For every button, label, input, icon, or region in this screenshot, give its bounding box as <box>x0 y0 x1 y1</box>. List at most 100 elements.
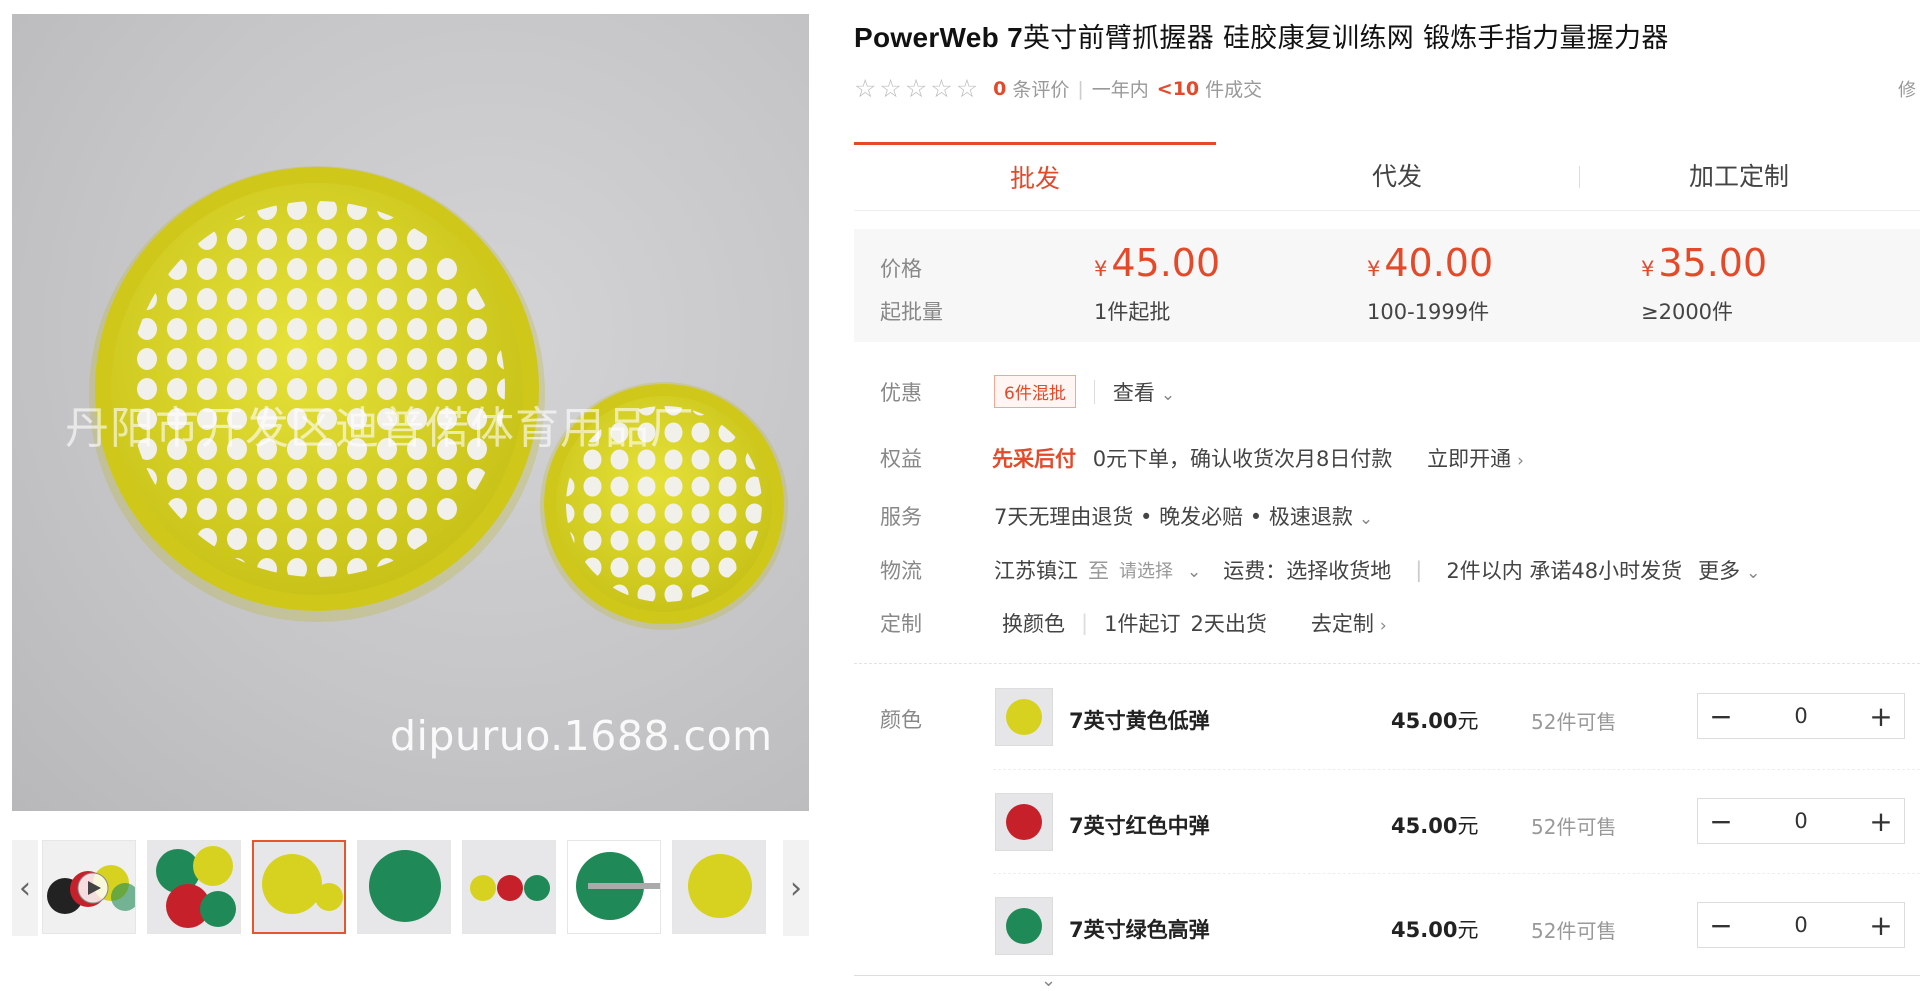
quantity-value[interactable]: 0 <box>1794 704 1807 728</box>
sku-image <box>1006 908 1042 944</box>
chevron-down-icon: ⌄ <box>1358 509 1374 529</box>
tab-wholesale[interactable]: 批发 <box>854 142 1216 208</box>
rights-highlight: 先采后付 <box>992 447 1076 471</box>
tier-qty-1: 1件起批 <box>1094 300 1171 324</box>
chevron-left-icon[interactable]: ‹ <box>12 840 38 936</box>
logistics-to: 至 <box>1088 559 1109 583</box>
tier-qty-3: ≥2000件 <box>1641 300 1734 324</box>
moq-label: 起批量 <box>880 300 943 324</box>
star-icon: ☆ <box>930 74 953 103</box>
chevron-right-icon[interactable]: › <box>783 840 809 936</box>
thumbnail-three[interactable] <box>462 840 556 934</box>
quantity-stepper: − 0 + <box>1697 902 1905 948</box>
star-icon: ☆ <box>854 74 877 103</box>
chevron-right-icon: › <box>1379 616 1387 636</box>
sku-image <box>1006 699 1042 735</box>
rating-row: ☆ ☆ ☆ ☆ ☆ 0 条评价 | 一年内 <10 件成交 <box>854 74 1263 103</box>
sku-thumbnail[interactable] <box>995 793 1053 851</box>
logistics-more-link[interactable]: 更多 ⌄ <box>1698 555 1760 585</box>
custom-moq: 1件起订 <box>1104 612 1181 636</box>
promo-view-link[interactable]: 查看 ⌄ <box>1113 377 1175 407</box>
service-label: 服务 <box>880 505 922 529</box>
logistics-from: 江苏镇江 <box>994 559 1078 583</box>
product-title: PowerWeb 7英寸前臂抓握器 硅胶康复训练网 锻炼手指力量握力器 <box>854 16 1669 55</box>
plus-button[interactable]: + <box>1858 799 1904 843</box>
minus-button[interactable]: − <box>1698 903 1744 947</box>
thumbnail-video[interactable] <box>42 840 136 934</box>
quantity-stepper: − 0 + <box>1697 798 1905 844</box>
chevron-down-icon: ⌄ <box>1746 563 1761 583</box>
custom-label: 定制 <box>880 612 922 636</box>
purchase-mode-tabs: 批发 代发 加工定制 <box>854 142 1920 211</box>
promo-row: 6件混批 查看 ⌄ <box>994 375 1175 408</box>
three-color-thumbnail-image <box>470 875 550 901</box>
reviews-label[interactable]: 条评价 <box>1012 75 1069 102</box>
chevron-right-icon: › <box>1517 451 1524 471</box>
thumbnail-green[interactable] <box>357 840 451 934</box>
deals-label: 件成交 <box>1205 79 1263 101</box>
sku-color-label: 颜色 <box>880 708 922 732</box>
reviews-count[interactable]: 0 <box>993 78 1006 100</box>
chevron-down-icon: ⌄ <box>1160 384 1176 405</box>
sku-thumbnail[interactable] <box>995 688 1053 746</box>
sku-thumbnail[interactable] <box>995 897 1053 955</box>
watermark-site: dipuruo.1688.com <box>390 712 773 760</box>
quantity-value[interactable]: 0 <box>1794 809 1807 833</box>
rights-action-link[interactable]: 立即开通 › <box>1427 447 1524 471</box>
thumbnail-yellow-single[interactable] <box>672 840 766 934</box>
address-select[interactable]: 请选择 ⌄ <box>1119 557 1201 583</box>
star-icon: ☆ <box>904 74 928 103</box>
minus-button[interactable]: − <box>1698 694 1744 738</box>
plus-button[interactable]: + <box>1858 694 1904 738</box>
yellow-thumbnail-image <box>262 854 343 914</box>
promo-tag: 6件混批 <box>994 375 1076 408</box>
sku-divider <box>993 873 1920 874</box>
custom-color-option[interactable]: 换颜色 <box>1002 608 1065 638</box>
bottom-bar: ⌄ <box>854 970 1920 991</box>
green-thumbnail-image <box>369 850 441 922</box>
star-icon: ☆ <box>879 74 902 103</box>
deals-count: <10 <box>1156 77 1200 100</box>
cut-off-text: 修 <box>1898 80 1916 101</box>
video-thumbnail-image <box>47 865 135 914</box>
sku-name: 7英寸绿色高弹 <box>1069 918 1210 942</box>
service-row[interactable]: 7天无理由退货 • 晚发必赔 • 极速退款 ⌄ <box>994 501 1373 531</box>
custom-days: 2天出货 <box>1190 612 1267 636</box>
sku-stock: 52件可售 <box>1531 919 1617 943</box>
price-label: 价格 <box>880 257 922 281</box>
promo-label: 优惠 <box>880 381 922 405</box>
rights-label: 权益 <box>880 447 922 471</box>
quantity-value[interactable]: 0 <box>1794 913 1807 937</box>
thumbnail-multi[interactable] <box>147 840 241 934</box>
shipping-fee: 运费：选择收货地 <box>1223 559 1392 583</box>
plus-button[interactable]: + <box>1858 903 1904 947</box>
custom-row: 换颜色 | 1件起订 2天出货 去定制 › <box>1002 608 1387 638</box>
sku-name: 7英寸红色中弹 <box>1069 814 1210 838</box>
thumbnail-yellow[interactable] <box>252 840 346 934</box>
logistics-row: 江苏镇江 至 请选择 ⌄ 运费：选择收货地 | 2件以内 承诺48小时发货 更多 ⌄ <box>994 555 1760 585</box>
rights-desc: 0元下单，确认收货次月8日付款 <box>1092 447 1393 471</box>
green-ruler-thumbnail-image <box>576 852 660 920</box>
price-box: 价格 起批量 ¥45.00 1件起批 ¥40.00 100-1999件 ¥35.… <box>854 229 1920 342</box>
chevron-down-icon: ⌄ <box>1187 562 1202 582</box>
sku-image <box>1006 804 1042 840</box>
shipping-promise: 2件以内 承诺48小时发货 <box>1446 559 1683 583</box>
sku-stock: 52件可售 <box>1531 815 1617 839</box>
yellow-single-thumbnail-image <box>688 854 752 918</box>
thumbnail-strip: ‹ › <box>12 840 809 936</box>
multi-thumbnail-image <box>156 846 236 928</box>
chevron-down-icon[interactable]: ⌄ <box>1041 970 1056 991</box>
star-icon: ☆ <box>955 74 979 103</box>
tier-qty-2: 100-1999件 <box>1367 300 1490 324</box>
section-divider <box>854 663 1920 664</box>
sku-price: 45.00元 <box>1391 709 1479 733</box>
tab-custom[interactable]: 加工定制 <box>1558 142 1920 208</box>
custom-action-link[interactable]: 去定制 › <box>1311 608 1387 638</box>
thumbnail-green-ruler[interactable] <box>567 840 661 934</box>
sku-divider <box>993 769 1920 770</box>
minus-button[interactable]: − <box>1698 799 1744 843</box>
tab-dropship[interactable]: 代发 <box>1216 142 1578 208</box>
service-text: 7天无理由退货 • 晚发必赔 • 极速退款 <box>994 505 1353 529</box>
sku-stock: 52件可售 <box>1531 710 1617 734</box>
tier-price-2: ¥40.00 <box>1367 241 1494 285</box>
